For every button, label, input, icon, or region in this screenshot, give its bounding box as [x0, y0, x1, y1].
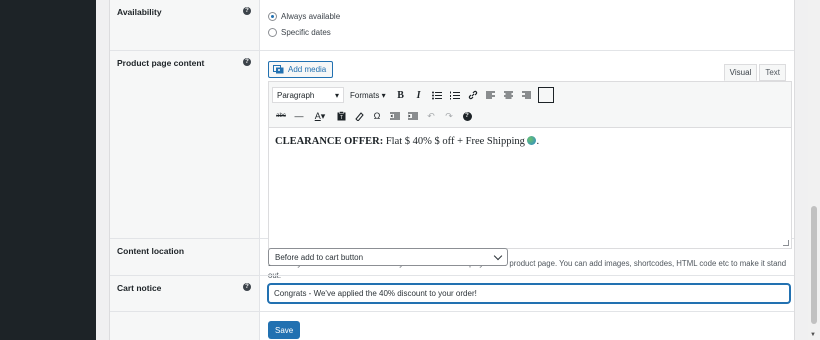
- save-label-cell: [110, 312, 260, 340]
- availability-options: Always available Specific dates: [268, 0, 786, 50]
- radio-button-checked[interactable]: [268, 12, 277, 21]
- product-content-label-cell: Product page content ?: [110, 51, 260, 238]
- scrollbar-thumb[interactable]: [811, 206, 817, 324]
- cart-notice-field: Congrats - We've applied the 40% discoun…: [268, 276, 790, 311]
- add-media-button[interactable]: Add media: [268, 61, 334, 78]
- admin-sidebar: [0, 0, 96, 340]
- cart-notice-row: Cart notice ? Congrats - We've applied t…: [110, 276, 794, 312]
- svg-text:T: T: [339, 115, 342, 121]
- radio-always-available[interactable]: Always available: [268, 12, 340, 21]
- availability-row: Availability ? Always available Specific…: [110, 0, 794, 51]
- caret-down-icon: ▾: [334, 90, 339, 100]
- editor-toolbar: Paragraph ▾ Formats ▾ B I abc — A ▾ T Ω …: [269, 82, 791, 128]
- radio-label: Always available: [281, 12, 341, 21]
- availability-label-cell: Availability ?: [110, 0, 260, 50]
- settings-form-table: Availability ? Always available Specific…: [109, 0, 795, 340]
- page-scrollbar[interactable]: ▼: [808, 0, 820, 340]
- align-left-icon[interactable]: [482, 87, 500, 103]
- strikethrough-icon[interactable]: abc: [272, 108, 290, 124]
- cart-notice-input[interactable]: Congrats - We've applied the 40% discoun…: [268, 284, 790, 303]
- product-content-label: Product page content: [117, 58, 205, 68]
- editor-tabs: Visual Text: [722, 64, 786, 81]
- product-content-row: Product page content ? Add media Visual …: [110, 51, 794, 280]
- radio-specific-dates[interactable]: Specific dates: [268, 28, 331, 37]
- save-field: Save: [268, 312, 786, 340]
- bold-icon[interactable]: B: [392, 87, 410, 103]
- tab-visual[interactable]: Visual: [723, 64, 758, 81]
- help-icon[interactable]: ?: [243, 7, 251, 15]
- link-icon[interactable]: [464, 87, 482, 103]
- text-color-icon[interactable]: A ▾: [308, 108, 332, 124]
- availability-label: Availability: [117, 7, 162, 17]
- paragraph-select-value: Paragraph: [277, 90, 315, 100]
- content-location-label: Content location: [117, 246, 185, 256]
- toolbar-toggle-icon[interactable]: [537, 87, 554, 103]
- special-character-icon[interactable]: Ω: [368, 108, 386, 124]
- numbered-list-icon[interactable]: [446, 87, 464, 103]
- help-icon[interactable]: ?: [243, 58, 251, 66]
- save-row: Save: [110, 312, 794, 340]
- radio-button[interactable]: [268, 28, 277, 37]
- product-content-editor-area: Add media Visual Text Paragraph ▾ Format…: [268, 51, 792, 280]
- clear-formatting-icon[interactable]: [350, 108, 368, 124]
- content-location-field: Before add to cart button: [268, 239, 786, 275]
- rich-text-editor: Paragraph ▾ Formats ▾ B I abc — A ▾ T Ω …: [268, 81, 792, 249]
- content-text: Flat $ 40% $ off + Free Shipping: [383, 136, 528, 147]
- select-value: Before add to cart button: [275, 252, 364, 262]
- align-center-icon[interactable]: [500, 87, 518, 103]
- formats-menu[interactable]: Formats ▾: [350, 91, 386, 100]
- paste-text-icon[interactable]: T: [332, 108, 350, 124]
- redo-icon[interactable]: ↷: [440, 108, 458, 124]
- scroll-down-icon[interactable]: ▼: [810, 332, 816, 338]
- cart-notice-label-cell: Cart notice ?: [110, 276, 260, 311]
- horizontal-line-icon[interactable]: —: [290, 108, 308, 124]
- content-area: Availability ? Always available Specific…: [96, 0, 808, 340]
- align-right-icon[interactable]: [518, 87, 536, 103]
- bullet-list-icon[interactable]: [428, 87, 446, 103]
- italic-icon[interactable]: I: [410, 87, 428, 103]
- editor-content[interactable]: CLEARANCE OFFER: Flat $ 40% $ off + Free…: [275, 136, 539, 147]
- content-end: .: [536, 136, 540, 147]
- chevron-down-icon: [493, 251, 503, 260]
- radio-label: Specific dates: [281, 28, 331, 37]
- indent-icon[interactable]: [404, 108, 422, 124]
- toolbar-row-2: abc — A ▾ T Ω ↶ ↷ ?: [272, 106, 476, 126]
- keyboard-shortcuts-icon[interactable]: ?: [458, 108, 476, 124]
- toolbar-row-1: Paragraph ▾ Formats ▾ B I: [272, 85, 554, 105]
- save-button[interactable]: Save: [268, 321, 301, 339]
- tab-text[interactable]: Text: [759, 64, 786, 81]
- paragraph-select[interactable]: Paragraph ▾: [272, 87, 344, 103]
- content-bold-text: CLEARANCE OFFER:: [275, 136, 384, 147]
- undo-icon[interactable]: ↶: [422, 108, 440, 124]
- content-location-select[interactable]: Before add to cart button: [268, 248, 508, 266]
- help-icon[interactable]: ?: [243, 283, 251, 291]
- media-icon: [273, 65, 284, 74]
- content-location-row: Content location Before add to cart butt…: [110, 239, 794, 276]
- cart-notice-label: Cart notice: [117, 283, 162, 293]
- add-media-label: Add media: [288, 65, 327, 74]
- content-location-label-cell: Content location: [110, 239, 260, 275]
- outdent-icon[interactable]: [386, 108, 404, 124]
